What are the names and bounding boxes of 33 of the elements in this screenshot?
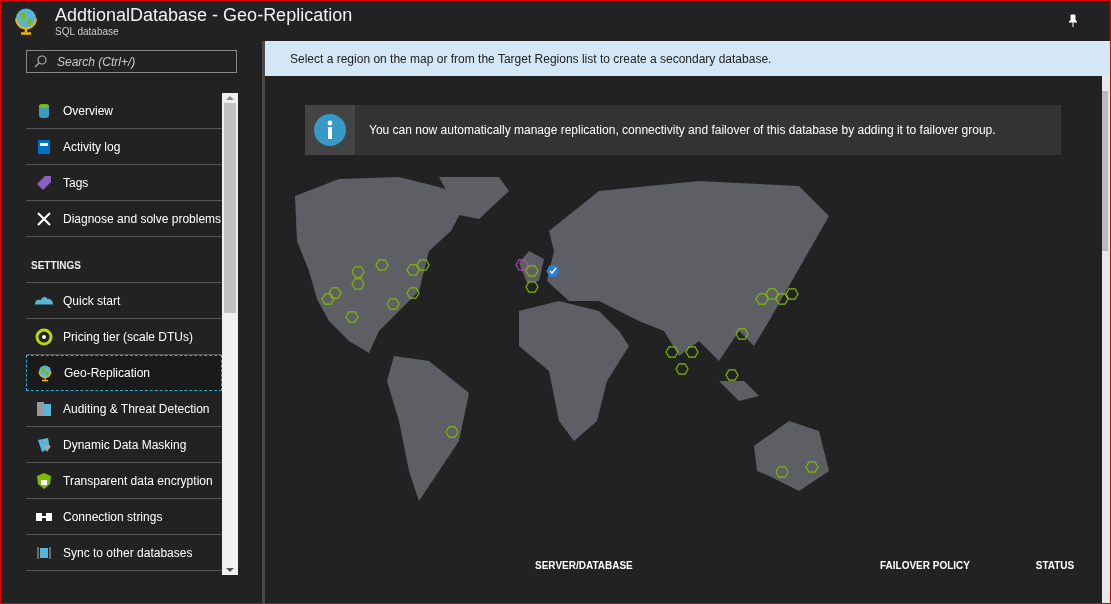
column-header: STATUS [1034,559,1076,573]
globe-icon [36,364,54,382]
cloud-icon [35,295,53,306]
menu-item[interactable]: Sync to other databases [26,535,222,571]
gauge-icon [35,327,53,346]
column-header: SERVER/DATABASE [535,559,634,573]
info-icon [314,114,346,146]
menu-item[interactable]: Geo-Replication [26,355,222,391]
scrollbar[interactable] [222,93,238,575]
scroll-down-icon[interactable] [226,568,234,572]
pin-icon[interactable] [1066,14,1080,28]
book-icon [35,137,53,156]
info-banner: Select a region on the map or from the Target Regions list to create a secondary database. [265,41,1110,76]
scrollbar-thumb[interactable] [224,103,236,313]
window-title: AddtionalDatabase - Geo-Replication [55,4,353,26]
notice-text: You can now automatically manage replication, connectivity and failover of this database by adding it to failover group. [369,122,996,139]
shield-lock-icon [35,471,53,490]
menu-item[interactable]: Overview [26,93,222,129]
menu-item[interactable]: Auditing & Threat Detection [26,391,222,427]
mask-icon [35,435,53,454]
section-header: SETTINGS [31,259,81,273]
window-subtitle: SQL database [55,26,120,38]
search-field[interactable]: Search (Ctrl+/) [26,50,237,73]
scrollbar-thumb[interactable] [1102,91,1108,251]
server-icon [35,399,53,418]
tag-icon [35,173,53,192]
search-icon [34,55,47,68]
menu-item[interactable]: Activity log [26,129,222,165]
scrollbar[interactable] [1102,76,1110,603]
connection-icon [35,512,53,521]
tools-icon [35,209,53,228]
menu-item[interactable]: Transparent data encryption [26,463,222,499]
column-header: FAILOVER POLICY [879,559,971,573]
